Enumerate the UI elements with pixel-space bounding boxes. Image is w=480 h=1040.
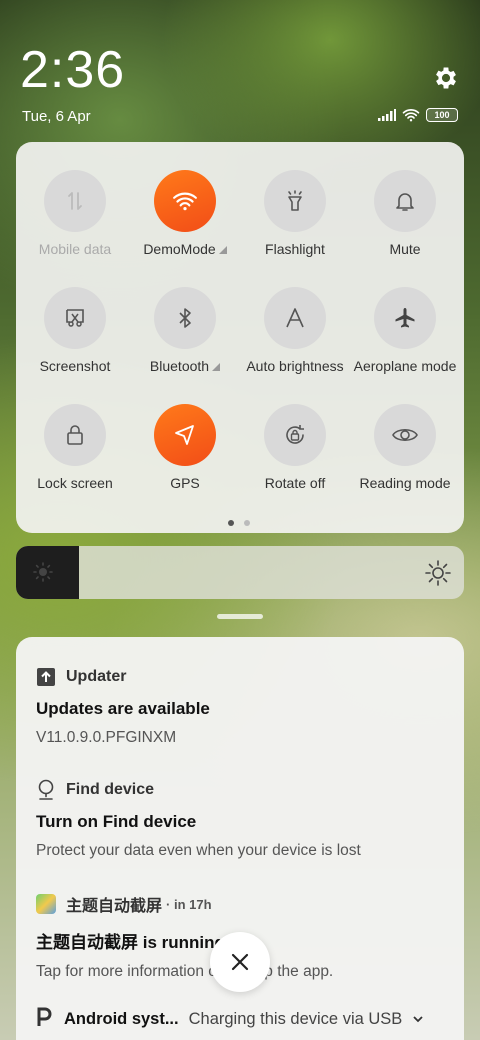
tile-label: Mobile data <box>38 241 112 257</box>
notification-title: Updates are available <box>36 699 210 718</box>
page-dot <box>244 520 250 526</box>
bell-icon <box>374 170 436 232</box>
tile-label: GPS <box>170 475 200 491</box>
flashlight-icon <box>264 170 326 232</box>
location-pin-icon <box>36 779 56 800</box>
notification-title: Turn on Find device <box>36 812 197 831</box>
tile-label: Aeroplane mode <box>353 358 457 374</box>
screenshot-icon <box>44 287 106 349</box>
brightness-high-icon <box>425 560 451 586</box>
tile-label: Mute <box>389 241 421 257</box>
tile-label: Lock screen <box>37 475 113 491</box>
quick-settings-panel: Mobile data DemoMode Flashlight Mute Scr… <box>16 142 464 533</box>
expand-icon <box>212 363 221 371</box>
tile-flashlight[interactable]: Flashlight <box>240 170 350 257</box>
tile-label: Flashlight <box>265 241 325 257</box>
brightness-low-icon <box>33 562 53 582</box>
mobile-data-icon <box>44 170 106 232</box>
wifi-status-icon <box>402 109 420 122</box>
eye-icon <box>374 404 436 466</box>
signal-icon <box>378 109 396 121</box>
tile-auto-brightness[interactable]: Auto brightness <box>240 287 350 374</box>
tile-screenshot[interactable]: Screenshot <box>20 287 130 374</box>
date[interactable]: Tue, 6 Apr <box>22 108 91 125</box>
notification-time: · in 17h <box>166 896 212 912</box>
notification-android-system[interactable]: Android syst... Charging this device via… <box>36 1007 446 1032</box>
bluetooth-icon <box>154 287 216 349</box>
status-area: 2:36 Tue, 6 Apr 100 <box>0 0 480 140</box>
notification-find-device[interactable]: Find device Turn on Find device Protect … <box>36 779 446 860</box>
tile-label: Screenshot <box>39 358 111 374</box>
tile-label: Reading mode <box>359 475 451 491</box>
gear-icon[interactable] <box>432 64 460 92</box>
tile-mute[interactable]: Mute <box>350 170 460 257</box>
brightness-slider[interactable] <box>16 546 464 599</box>
drag-handle[interactable] <box>217 614 263 619</box>
tile-rotate-off[interactable]: Rotate off <box>240 404 350 491</box>
rotate-lock-icon <box>264 404 326 466</box>
notification-updater[interactable]: Updater Updates are available V11.0.9.0.… <box>36 667 446 747</box>
notification-app-name: Updater <box>66 668 127 685</box>
notification-app-name: Find device <box>66 781 155 798</box>
upload-icon <box>36 667 56 687</box>
tile-bluetooth[interactable]: Bluetooth <box>130 287 240 374</box>
tile-label: DemoMode <box>143 241 216 257</box>
wifi-icon <box>154 170 216 232</box>
chevron-down-icon[interactable] <box>412 1010 424 1029</box>
tile-aeroplane[interactable]: Aeroplane mode <box>350 287 460 374</box>
tile-lock-screen[interactable]: Lock screen <box>20 404 130 491</box>
clock[interactable]: 2:36 <box>20 40 125 100</box>
notification-text: Charging this device via USB <box>188 1010 403 1028</box>
clear-notifications-button[interactable] <box>210 932 270 992</box>
tile-reading-mode[interactable]: Reading mode <box>350 404 460 491</box>
expand-icon <box>218 246 227 254</box>
page-dot <box>228 520 234 526</box>
notification-text: Protect your data even when your device … <box>36 842 361 859</box>
lock-icon <box>44 404 106 466</box>
page-indicator[interactable] <box>228 520 250 526</box>
tile-demomode[interactable]: DemoMode <box>130 170 240 257</box>
auto-brightness-icon <box>264 287 326 349</box>
tile-label: Bluetooth <box>149 358 210 374</box>
tile-label: Auto brightness <box>246 358 344 374</box>
app-icon <box>36 894 56 914</box>
tile-gps[interactable]: GPS <box>130 404 240 491</box>
airplane-icon <box>374 287 436 349</box>
notification-text: V11.0.9.0.PFGINXM <box>36 729 177 746</box>
gps-icon <box>154 404 216 466</box>
close-icon <box>231 953 249 971</box>
notification-app-name: 主题自动截屏 <box>66 898 163 915</box>
tile-mobile-data[interactable]: Mobile data <box>20 170 130 257</box>
tile-label: Rotate off <box>264 475 326 491</box>
system-icons: 100 <box>378 108 458 122</box>
battery-icon: 100 <box>426 108 458 122</box>
notification-app-name: Android syst... <box>64 1010 179 1028</box>
android-p-icon <box>36 1007 54 1032</box>
